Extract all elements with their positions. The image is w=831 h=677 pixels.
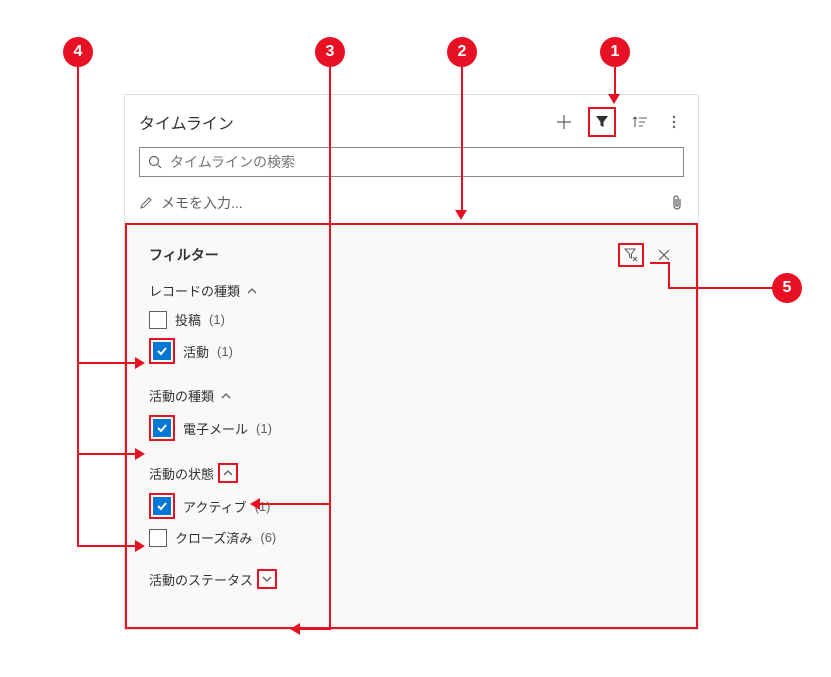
timeline-header-actions <box>554 107 684 137</box>
filter-item-email[interactable]: 電子メール (1) <box>149 415 674 441</box>
chevron-down-icon <box>257 569 277 589</box>
chevron-up-icon <box>218 463 238 483</box>
search-box[interactable] <box>139 147 684 177</box>
item-label: 投稿 <box>175 310 201 329</box>
callout-3: 3 <box>315 37 345 67</box>
filter-button[interactable] <box>588 107 616 137</box>
section-label: 活動の種類 <box>149 386 214 405</box>
sort-icon <box>632 114 648 130</box>
callout-1: 1 <box>600 37 630 67</box>
item-label: 電子メール <box>183 419 248 438</box>
item-count: (6) <box>260 530 276 545</box>
section-activity-status[interactable]: 活動のステータス <box>149 569 674 589</box>
filter-item-activity[interactable]: 活動 (1) <box>149 338 674 364</box>
memo-row[interactable]: メモを入力... <box>139 187 684 223</box>
more-button[interactable] <box>664 112 684 132</box>
filter-title: フィルター <box>149 245 219 265</box>
timeline-header: タイムライン <box>139 107 684 137</box>
sort-button[interactable] <box>630 112 650 132</box>
checkbox[interactable] <box>153 497 171 515</box>
plus-icon <box>556 114 572 130</box>
item-count: (1) <box>217 344 233 359</box>
chevron-up-icon <box>244 283 260 299</box>
section-label: 活動のステータス <box>149 570 253 589</box>
filter-item-closed[interactable]: クローズ済み (6) <box>149 528 674 547</box>
section-activity-type[interactable]: 活動の種類 <box>149 386 674 405</box>
filter-header: フィルター <box>149 243 674 267</box>
section-record-type[interactable]: レコードの種類 <box>149 281 674 300</box>
funnel-clear-icon <box>623 247 639 263</box>
chevron-up-icon <box>218 388 234 404</box>
item-label: 活動 <box>183 342 209 361</box>
checkbox[interactable] <box>149 311 167 329</box>
clear-filter-button[interactable] <box>618 243 644 267</box>
filter-item-post[interactable]: 投稿 (1) <box>149 310 674 329</box>
timeline-panel: タイムライン メモを入力... フィルター <box>124 94 699 630</box>
close-icon <box>657 248 671 262</box>
more-vertical-icon <box>666 114 682 130</box>
callout-4: 4 <box>63 37 93 67</box>
pencil-icon <box>139 196 153 210</box>
memo-placeholder: メモを入力... <box>161 193 243 213</box>
search-input[interactable] <box>168 153 675 171</box>
checkbox[interactable] <box>153 342 171 360</box>
filter-item-active[interactable]: アクティブ (1) <box>149 493 674 519</box>
section-label: レコードの種類 <box>149 281 240 300</box>
item-count: (1) <box>209 312 225 327</box>
funnel-icon <box>595 115 609 129</box>
item-label: アクティブ <box>183 497 247 516</box>
timeline-title: タイムライン <box>139 110 234 134</box>
section-label: 活動の状態 <box>149 464 214 483</box>
item-count: (1) <box>256 421 272 436</box>
add-button[interactable] <box>554 112 574 132</box>
checkbox[interactable] <box>153 419 171 437</box>
checkbox[interactable] <box>149 529 167 547</box>
attachment-icon <box>670 195 684 211</box>
callout-2: 2 <box>447 37 477 67</box>
search-icon <box>148 155 162 169</box>
item-label: クローズ済み <box>175 528 252 547</box>
section-activity-state[interactable]: 活動の状態 <box>149 463 674 483</box>
filter-panel: フィルター レコードの種類 投稿 (1) 活動 ( <box>125 223 698 629</box>
callout-5: 5 <box>772 273 802 303</box>
